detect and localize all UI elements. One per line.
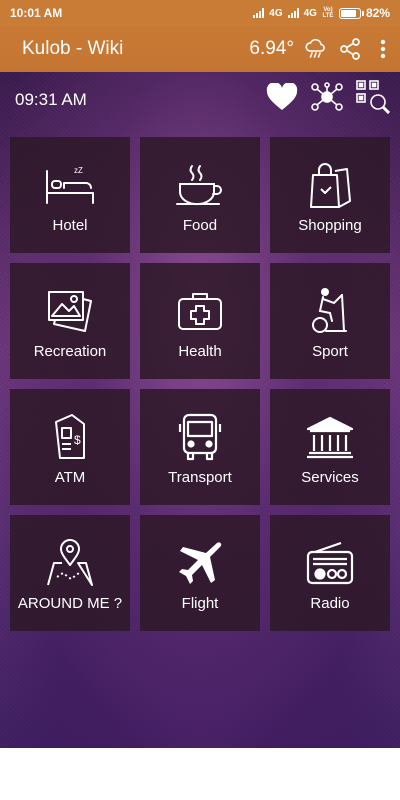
temperature: 6.94° bbox=[249, 38, 294, 59]
tile-around-me[interactable]: AROUND ME ? bbox=[10, 515, 130, 631]
tile-transport[interactable]: Transport bbox=[140, 389, 260, 505]
tile-label: Transport bbox=[168, 469, 232, 486]
bank-building-icon bbox=[304, 411, 356, 463]
tile-label: Flight bbox=[181, 595, 219, 612]
exercise-bike-icon bbox=[308, 285, 352, 337]
network-type-1: 4G bbox=[269, 7, 283, 19]
rain-cloud-icon[interactable] bbox=[304, 38, 328, 60]
tile-label: Recreation bbox=[33, 343, 107, 360]
heart-icon[interactable] bbox=[266, 83, 298, 111]
tile-label: Health bbox=[178, 343, 222, 360]
volte-icon: Vo) LTE bbox=[322, 7, 334, 19]
main-content: 09:31 AM zZ Hotel Food Shopping Recreati… bbox=[0, 72, 400, 748]
first-aid-kit-icon bbox=[176, 285, 224, 337]
status-time: 10:01 AM bbox=[10, 6, 63, 20]
signal-icon-2 bbox=[287, 8, 299, 18]
tile-radio[interactable]: Radio bbox=[270, 515, 390, 631]
radio-icon bbox=[305, 537, 355, 589]
header-actions bbox=[266, 80, 390, 114]
status-indicators: 4G 4G Vo) LTE 82% bbox=[253, 6, 390, 20]
tile-label: Services bbox=[301, 469, 359, 486]
tile-label: Shopping bbox=[298, 217, 362, 234]
tile-services[interactable]: Services bbox=[270, 389, 390, 505]
tile-label: ATM bbox=[54, 469, 86, 486]
photos-icon bbox=[46, 285, 94, 337]
status-bar: 10:01 AM 4G 4G Vo) LTE 82% bbox=[0, 0, 400, 26]
clock: 09:31 AM bbox=[15, 90, 87, 109]
signal-icon bbox=[253, 8, 265, 18]
tile-health[interactable]: Health bbox=[140, 263, 260, 379]
tile-sport[interactable]: Sport bbox=[270, 263, 390, 379]
svg-text:$: $ bbox=[74, 433, 81, 447]
shopping-bag-icon bbox=[307, 159, 353, 211]
tile-flight[interactable]: Flight bbox=[140, 515, 260, 631]
map-pin-icon bbox=[45, 537, 95, 589]
atm-machine-icon: $ bbox=[50, 411, 90, 463]
tile-label: Sport bbox=[312, 343, 348, 360]
tile-hotel[interactable]: zZ Hotel bbox=[10, 137, 130, 253]
tile-label: AROUND ME ? bbox=[17, 595, 123, 612]
more-vert-icon[interactable] bbox=[380, 39, 386, 59]
app-title: Kulob - Wiki bbox=[22, 38, 124, 59]
tile-label: Radio bbox=[310, 595, 350, 612]
app-bar-actions: 6.94° bbox=[249, 37, 386, 61]
tile-shopping[interactable]: Shopping bbox=[270, 137, 390, 253]
qr-search-icon[interactable] bbox=[356, 80, 390, 114]
bed-icon: zZ bbox=[44, 159, 96, 211]
share-icon[interactable] bbox=[338, 37, 362, 61]
network-icon[interactable] bbox=[310, 82, 344, 112]
app-bar: Kulob - Wiki 6.94° bbox=[0, 26, 400, 72]
tile-food[interactable]: Food bbox=[140, 137, 260, 253]
bus-icon bbox=[177, 411, 223, 463]
battery-percent: 82% bbox=[365, 6, 390, 20]
svg-text:zZ: zZ bbox=[74, 166, 83, 175]
battery-icon bbox=[338, 7, 364, 19]
tile-recreation[interactable]: Recreation bbox=[10, 263, 130, 379]
tile-label: Food bbox=[182, 217, 218, 234]
airplane-icon bbox=[177, 537, 223, 589]
network-type-2: 4G bbox=[303, 7, 317, 19]
tile-atm[interactable]: $ ATM bbox=[10, 389, 130, 505]
bottom-blank-area bbox=[0, 748, 400, 800]
tile-label: Hotel bbox=[52, 217, 88, 234]
coffee-cup-icon bbox=[174, 159, 226, 211]
